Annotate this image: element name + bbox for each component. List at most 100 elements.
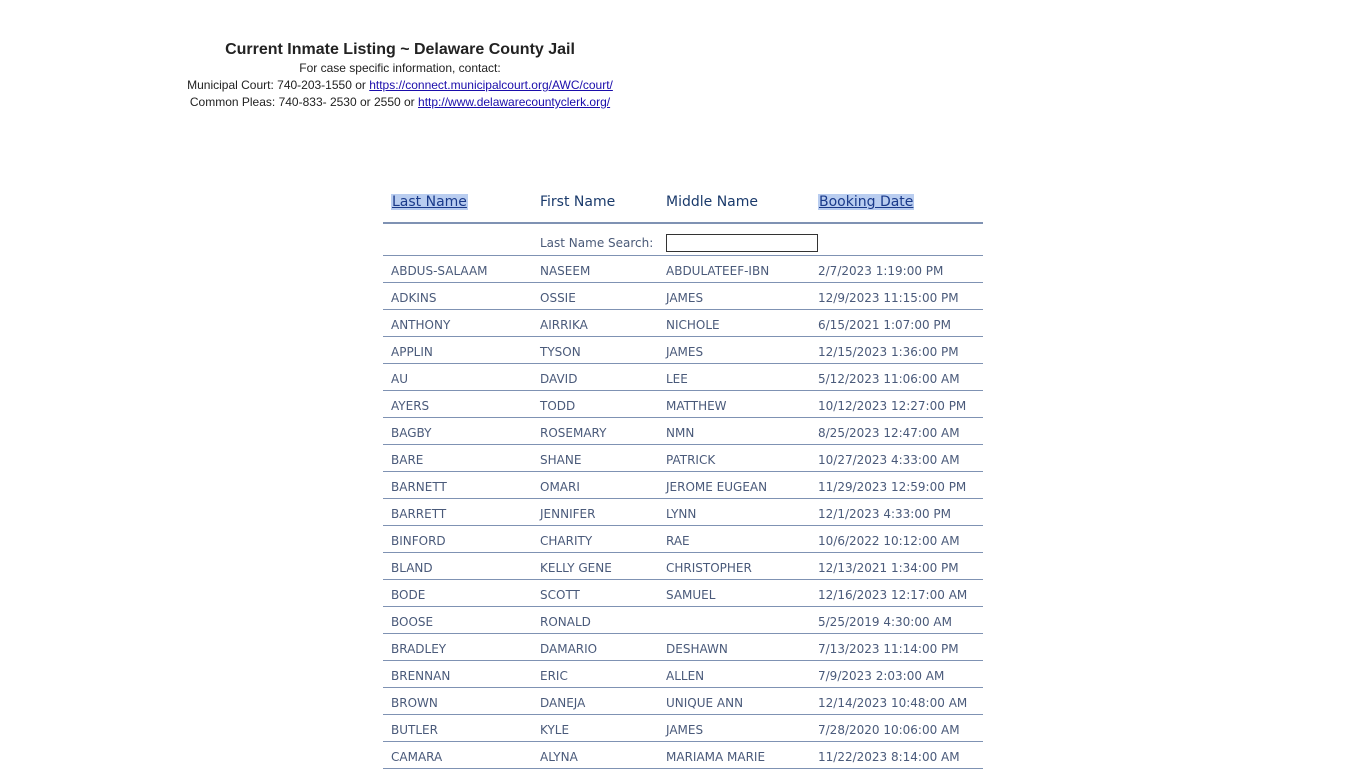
- first-name-cell: TYSON: [540, 345, 581, 359]
- middle-name-cell: NMN: [666, 426, 695, 440]
- middle-name-cell: CHRISTOPHER: [666, 561, 752, 575]
- last-name-cell: BARRETT: [391, 507, 447, 521]
- booking-date-cell: 7/28/2020 10:06:00 AM: [818, 723, 960, 737]
- common-pleas-line: Common Pleas: 740-833- 2530 or 2550 or h…: [150, 94, 650, 111]
- common-pleas-link[interactable]: http://www.delawarecountyclerk.org/: [418, 95, 610, 109]
- booking-date-cell: 12/16/2023 12:17:00 AM: [818, 588, 968, 602]
- middle-name-cell: ABDULATEEF-IBN: [666, 264, 770, 278]
- last-name-cell: BARNETT: [391, 480, 447, 494]
- table-row: AU DAVID LEE 5/12/2023 11:06:00 AM: [383, 364, 983, 391]
- first-name-header: First Name: [540, 194, 616, 210]
- middle-name-cell: JEROME EUGEAN: [666, 480, 768, 494]
- booking-date-cell: 8/25/2023 12:47:00 AM: [818, 426, 960, 440]
- first-name-cell: SCOTT: [540, 588, 580, 602]
- common-pleas-text: Common Pleas: 740-833- 2530 or 2550 or: [189, 95, 419, 109]
- first-name-cell: OMARI: [540, 480, 580, 494]
- first-name-cell: CHARITY: [540, 534, 593, 548]
- middle-name-cell: JAMES: [666, 345, 704, 359]
- first-name-cell: ALYNA: [540, 750, 578, 764]
- table-row: BROWN DANEJA UNIQUE ANN 12/14/2023 10:48:00…: [383, 688, 983, 715]
- last-name-cell: CAMARA: [391, 750, 443, 764]
- first-name-cell: DANEJA: [540, 696, 586, 710]
- last-name-cell: APPLIN: [391, 345, 433, 359]
- first-name-cell: ROSEMARY: [540, 426, 607, 440]
- first-name-cell: KELLY GENE: [540, 561, 612, 575]
- table-row: BRENNAN ERIC ALLEN 7/9/2023 2:03:00 AM: [383, 661, 983, 688]
- last-name-cell: BAGBY: [391, 426, 432, 440]
- table-body: ABDUS-SALAAM NASEEM ABDULATEEF-IBN 2/7/2023…: [383, 256, 983, 769]
- last-name-cell: AU: [391, 372, 408, 386]
- first-name-cell: NASEEM: [540, 264, 591, 278]
- last-name-search-label: Last Name Search:: [540, 236, 654, 250]
- booking-date-cell: 7/13/2023 11:14:00 PM: [818, 642, 959, 656]
- search-row: Last Name Search:: [383, 225, 983, 256]
- table-row: BARRETT JENNIFER LYNN 12/1/2023 4:33:00 PM: [383, 499, 983, 526]
- table-row: BLAND KELLY GENE CHRISTOPHER 12/13/2021 1:3…: [383, 553, 983, 580]
- last-name-cell: BRENNAN: [391, 669, 451, 683]
- booking-date-cell: 10/6/2022 10:12:00 AM: [818, 534, 960, 548]
- middle-name-cell: ALLEN: [666, 669, 705, 683]
- last-name-search-input[interactable]: [666, 234, 818, 252]
- first-name-cell: JENNIFER: [540, 507, 596, 521]
- table-header-row: Last Name First Name Middle Name Booking…: [383, 186, 983, 224]
- last-name-cell: BRADLEY: [391, 642, 447, 656]
- first-name-cell: TODD: [540, 399, 576, 413]
- booking-date-cell: 5/25/2019 4:30:00 AM: [818, 615, 952, 629]
- municipal-court-text: Municipal Court: 740-203-1550 or: [187, 78, 370, 92]
- sort-last-name-link[interactable]: Last Name: [391, 194, 468, 210]
- last-name-cell: ADKINS: [391, 291, 437, 305]
- contact-intro: For case specific information, contact:: [299, 61, 501, 75]
- booking-date-cell: 12/1/2023 4:33:00 PM: [818, 507, 952, 521]
- middle-name-header: Middle Name: [666, 194, 758, 210]
- last-name-cell: BOOSE: [391, 615, 434, 629]
- sort-booking-date-link[interactable]: Booking Date: [818, 194, 915, 210]
- table-row: BAGBY ROSEMARY NMN 8/25/2023 12:47:00 AM: [383, 418, 983, 445]
- last-name-cell: BROWN: [391, 696, 438, 710]
- first-name-cell: OSSIE: [540, 291, 576, 305]
- booking-date-cell: 11/22/2023 8:14:00 AM: [818, 750, 960, 764]
- middle-name-cell: RAE: [666, 534, 690, 548]
- booking-date-cell: 2/7/2023 1:19:00 PM: [818, 264, 944, 278]
- table-row: BINFORD CHARITY RAE 10/6/2022 10:12:00 AM: [383, 526, 983, 553]
- last-name-cell: BODE: [391, 588, 426, 602]
- table-row: AYERS TODD MATTHEW 10/12/2023 12:27:00 PM: [383, 391, 983, 418]
- booking-date-cell: 12/13/2021 1:34:00 PM: [818, 561, 959, 575]
- booking-date-cell: 12/15/2023 1:36:00 PM: [818, 345, 959, 359]
- table-row: ANTHONY AIRRIKA NICHOLE 6/15/2021 1:07:00 P…: [383, 310, 983, 337]
- middle-name-cell: DESHAWN: [666, 642, 728, 656]
- middle-name-cell: LYNN: [666, 507, 697, 521]
- middle-name-cell: UNIQUE ANN: [666, 696, 744, 710]
- table-row: ADKINS OSSIE JAMES 12/9/2023 11:15:00 PM: [383, 283, 983, 310]
- table-row: BARNETT OMARI JEROME EUGEAN 11/29/2023 12:5…: [383, 472, 983, 499]
- last-name-cell: BARE: [391, 453, 424, 467]
- last-name-cell: BUTLER: [391, 723, 438, 737]
- page-header: Current Inmate Listing ~ Delaware County…: [150, 40, 650, 111]
- page-title: Current Inmate Listing ~ Delaware County…: [225, 41, 575, 58]
- table-row: APPLIN TYSON JAMES 12/15/2023 1:36:00 PM: [383, 337, 983, 364]
- booking-date-cell: 11/29/2023 12:59:00 PM: [818, 480, 967, 494]
- first-name-cell: ERIC: [540, 669, 568, 683]
- table-row: BRADLEY DAMARIO DESHAWN 7/13/2023 11:14:00 …: [383, 634, 983, 661]
- municipal-court-link[interactable]: https://connect.municipalcourt.org/AWC/c…: [369, 78, 613, 92]
- municipal-court-line: Municipal Court: 740-203-1550 or https:/…: [150, 77, 650, 94]
- last-name-cell: AYERS: [391, 399, 430, 413]
- booking-date-cell: 7/9/2023 2:03:00 AM: [818, 669, 945, 683]
- table-row: ABDUS-SALAAM NASEEM ABDULATEEF-IBN 2/7/2023…: [383, 256, 983, 283]
- last-name-cell: ABDUS-SALAAM: [391, 264, 488, 278]
- first-name-cell: RONALD: [540, 615, 591, 629]
- middle-name-cell: MARIAMA MARIE: [666, 750, 766, 764]
- first-name-cell: AIRRIKA: [540, 318, 588, 332]
- table-row: BOOSE RONALD 5/25/2019 4:30:00 AM: [383, 607, 983, 634]
- last-name-cell: BINFORD: [391, 534, 446, 548]
- table-row: BARE SHANE PATRICK 10/27/2023 4:33:00 AM: [383, 445, 983, 472]
- last-name-cell: BLAND: [391, 561, 433, 575]
- table-row: BUTLER KYLE JAMES 7/28/2020 10:06:00 AM: [383, 715, 983, 742]
- booking-date-cell: 6/15/2021 1:07:00 PM: [818, 318, 952, 332]
- table-row: BODE SCOTT SAMUEL 12/16/2023 12:17:00 AM: [383, 580, 983, 607]
- middle-name-cell: JAMES: [666, 723, 704, 737]
- booking-date-cell: 10/12/2023 12:27:00 PM: [818, 399, 967, 413]
- middle-name-cell: NICHOLE: [666, 318, 720, 332]
- booking-date-cell: 5/12/2023 11:06:00 AM: [818, 372, 960, 386]
- first-name-cell: DAVID: [540, 372, 578, 386]
- table-row: CAMARA ALYNA MARIAMA MARIE 11/22/2023 8:14:…: [383, 742, 983, 769]
